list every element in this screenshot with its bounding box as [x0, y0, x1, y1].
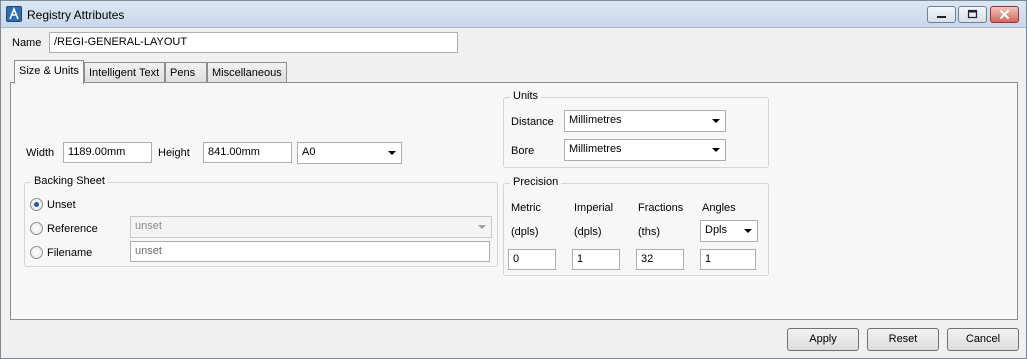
- title-bar: Registry Attributes: [1, 1, 1026, 28]
- backing-unset-radio[interactable]: [30, 198, 43, 211]
- chevron-down-icon: [712, 148, 720, 152]
- sheet-size-value: A0: [302, 146, 316, 158]
- name-label: Name: [12, 37, 42, 49]
- window-title: Registry Attributes: [27, 8, 125, 22]
- minimize-icon: [937, 16, 946, 18]
- metric-precision-field[interactable]: 0: [508, 249, 556, 270]
- chevron-down-icon: [744, 229, 752, 233]
- close-icon: [999, 9, 1010, 20]
- filename-field[interactable]: unset: [130, 241, 490, 262]
- sheet-size-select[interactable]: A0: [297, 142, 402, 164]
- chevron-down-icon: [478, 225, 486, 229]
- angles-unit-value: Dpls: [705, 224, 728, 236]
- distance-label: Distance: [511, 116, 554, 128]
- backing-unset-label: Unset: [47, 199, 76, 211]
- reset-button[interactable]: Reset: [867, 328, 939, 351]
- imperial-precision-field[interactable]: 1: [572, 249, 620, 270]
- fractions-unit-label: (ths): [638, 226, 660, 238]
- fractions-header: Fractions: [638, 202, 684, 214]
- units-title: Units: [510, 90, 542, 102]
- reference-select[interactable]: unset: [130, 216, 492, 238]
- bore-units-select[interactable]: Millimetres: [564, 139, 726, 161]
- backing-filename-radio[interactable]: [30, 246, 43, 259]
- maximize-icon: [967, 9, 978, 19]
- metric-header: Metric: [511, 202, 541, 214]
- width-label: Width: [26, 147, 55, 159]
- metric-unit-label: (dpls): [511, 226, 539, 238]
- bore-label: Bore: [511, 145, 535, 157]
- app-logo-icon: [6, 6, 22, 22]
- imperial-unit-label: (dpls): [574, 226, 602, 238]
- angles-header: Angles: [702, 202, 736, 214]
- distance-units-value: Millimetres: [569, 114, 622, 126]
- apply-button[interactable]: Apply: [787, 328, 859, 351]
- backing-reference-label: Reference: [47, 223, 98, 235]
- height-label: Height: [158, 147, 190, 159]
- chevron-down-icon: [712, 119, 720, 123]
- width-field[interactable]: 1189.00mm: [63, 142, 152, 163]
- chevron-down-icon: [388, 151, 396, 155]
- cancel-button[interactable]: Cancel: [947, 328, 1019, 351]
- distance-units-select[interactable]: Millimetres: [564, 110, 726, 132]
- imperial-header: Imperial: [574, 202, 614, 214]
- backing-sheet-title: Backing Sheet: [31, 175, 108, 187]
- precision-title: Precision: [510, 176, 562, 188]
- angles-precision-field[interactable]: 1: [700, 249, 756, 270]
- close-button[interactable]: [990, 6, 1019, 23]
- tab-miscellaneous[interactable]: Miscellaneous: [207, 62, 287, 83]
- name-field[interactable]: /REGI-GENERAL-LAYOUT: [49, 32, 458, 53]
- backing-filename-label: Filename: [47, 247, 93, 259]
- height-field[interactable]: 841.00mm: [203, 142, 292, 163]
- tab-intelligent-text[interactable]: Intelligent Text: [84, 62, 165, 83]
- fractions-precision-field[interactable]: 32: [636, 249, 684, 270]
- tab-pens[interactable]: Pens: [165, 62, 207, 83]
- tab-size-units[interactable]: Size & Units: [14, 60, 84, 84]
- maximize-button[interactable]: [958, 6, 987, 23]
- registry-attributes-window: Registry Attributes Name /REGI-GENERAL-L…: [0, 0, 1027, 359]
- bore-units-value: Millimetres: [569, 143, 622, 155]
- minimize-button[interactable]: [927, 6, 956, 23]
- reference-value: unset: [135, 220, 162, 232]
- angles-unit-select[interactable]: Dpls: [700, 220, 758, 242]
- backing-reference-radio[interactable]: [30, 222, 43, 235]
